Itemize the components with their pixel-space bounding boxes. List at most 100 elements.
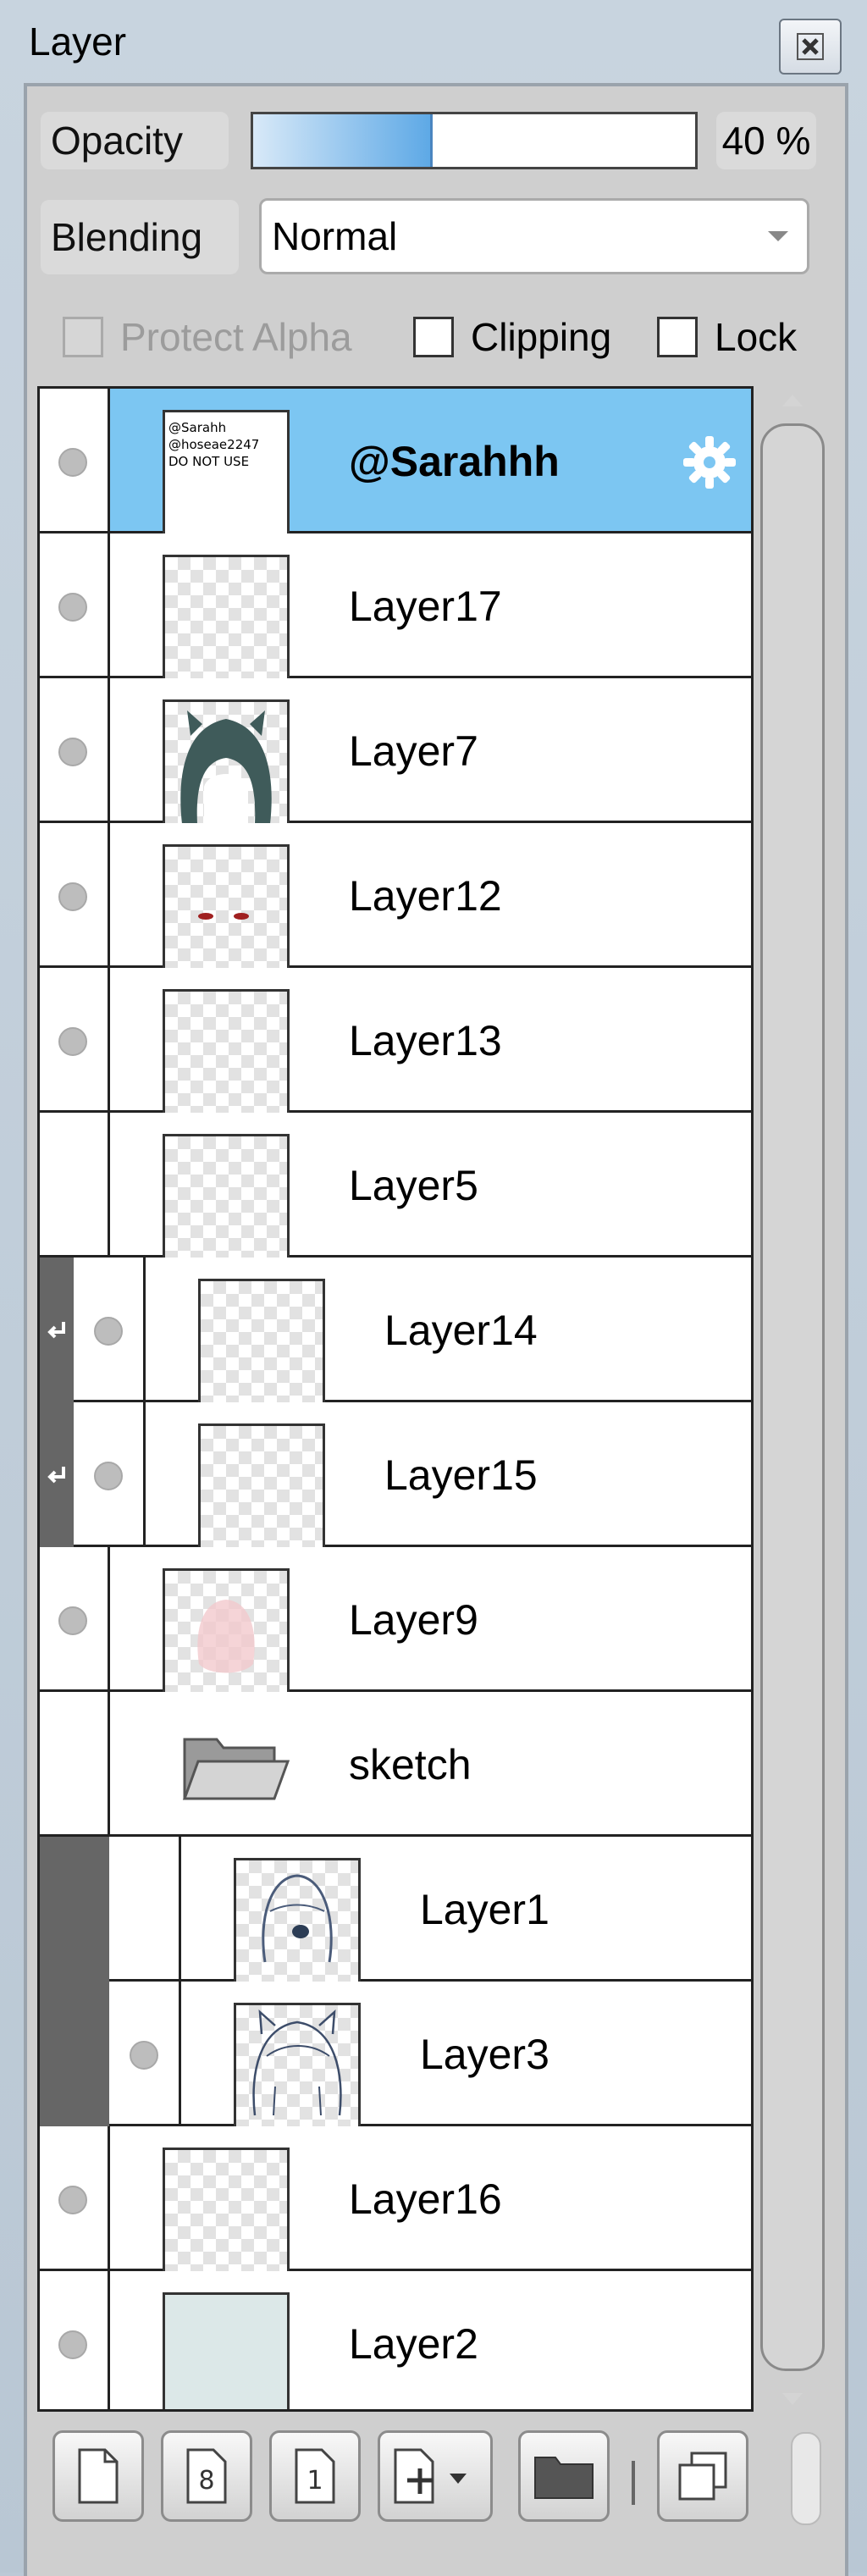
layer-thumbnail	[198, 1423, 325, 1551]
scroll-up-arrow-icon[interactable]	[782, 395, 803, 406]
visibility-toggle[interactable]	[94, 1317, 123, 1346]
clipping-indicator	[40, 1258, 74, 1402]
layer-name: Layer12	[349, 871, 502, 920]
layer-name-cell[interactable]: Layer5	[108, 1113, 751, 1261]
visibility-toggle[interactable]	[58, 882, 87, 911]
layer-window: Layer Opacity 40 % Blending Normal Prote…	[0, 0, 867, 2576]
layer-row-sarahhh[interactable]: @Sarahh @hoseae2247 DO NOT USE @Sarahhh	[40, 389, 751, 537]
layer-row-layer12[interactable]: Layer12	[40, 823, 751, 971]
sketch-face-icon	[262, 1874, 333, 1963]
layer-row-layer7[interactable]: Layer7	[40, 678, 751, 826]
layer-name: Layer15	[384, 1451, 538, 1499]
layer-name-cell[interactable]: Layer2	[108, 2271, 751, 2409]
blending-select[interactable]: Normal	[259, 198, 809, 274]
visibility-toggle[interactable]	[58, 1027, 87, 1056]
add-special-layer-button[interactable]	[378, 2430, 493, 2522]
visibility-toggle[interactable]	[130, 2041, 158, 2070]
new-1bit-layer-button[interactable]: 1	[269, 2430, 361, 2522]
hair-drawing-icon	[180, 710, 272, 824]
sketch-hair-icon	[252, 2009, 342, 2116]
layer-row-sketch-folder[interactable]: sketch	[40, 1692, 751, 1837]
lock-checkbox[interactable]	[657, 317, 698, 357]
layer-row-layer14[interactable]: Layer14	[40, 1258, 751, 1406]
layer-row-layer9[interactable]: Layer9	[40, 1547, 751, 1695]
layer-row-layer2[interactable]: Layer2	[40, 2271, 751, 2409]
layer-name: Layer7	[349, 727, 478, 775]
layer-name-cell[interactable]: Layer14	[143, 1258, 751, 1406]
clipping-checkbox[interactable]	[413, 317, 454, 357]
blending-value: Normal	[272, 214, 398, 258]
gear-icon[interactable]	[680, 433, 739, 492]
layer-name-cell[interactable]: Layer16	[108, 2126, 751, 2275]
vertical-scrollbar[interactable]	[760, 386, 825, 2412]
blending-label: Blending	[41, 200, 239, 274]
close-button[interactable]	[779, 19, 842, 75]
scroll-down-arrow-icon[interactable]	[782, 2393, 803, 2405]
layer-row-layer13[interactable]: Layer13	[40, 968, 751, 1116]
eyes-drawing-icon	[198, 913, 249, 920]
visibility-toggle[interactable]	[58, 2186, 87, 2214]
new-8bit-layer-button[interactable]: 8	[161, 2430, 252, 2522]
watermark-line: @Sarahh	[168, 420, 227, 435]
toolbar-scroll-handle[interactable]	[791, 2432, 821, 2525]
layer-name-cell[interactable]: Layer9	[108, 1547, 751, 1695]
clipping-label: Clipping	[471, 315, 612, 359]
visibility-toggle[interactable]	[58, 1606, 87, 1635]
layer-thumbnail	[163, 844, 290, 971]
layer-name-cell[interactable]: Layer17	[108, 533, 751, 682]
lock-option[interactable]: Lock	[657, 313, 797, 361]
layer-name: Layer17	[349, 582, 502, 630]
layer-name: Layer1	[420, 1885, 549, 1933]
layer-name-cell[interactable]: sketch	[108, 1692, 751, 1834]
one-label: 1	[306, 2466, 323, 2496]
layer-name: Layer2	[349, 2319, 478, 2368]
clipping-option[interactable]: Clipping	[413, 313, 611, 361]
layer-row-layer16[interactable]: Layer16	[40, 2126, 751, 2275]
new-layer-button[interactable]	[52, 2430, 144, 2522]
layer-name: Layer14	[384, 1306, 538, 1354]
new-folder-button[interactable]	[518, 2430, 610, 2522]
visibility-toggle[interactable]	[58, 593, 87, 622]
layer-row-layer1[interactable]: Layer1	[40, 1837, 751, 1985]
layer-name: Layer5	[349, 1161, 478, 1209]
layer-thumbnail	[163, 989, 290, 1116]
layer-name-cell[interactable]: @Sarahh @hoseae2247 DO NOT USE @Sarahhh	[108, 389, 751, 537]
clip-arrow-icon	[47, 1322, 65, 1339]
duplicate-layer-button[interactable]	[657, 2430, 748, 2522]
visibility-toggle[interactable]	[58, 2330, 87, 2359]
layer-row-layer17[interactable]: Layer17	[40, 533, 751, 682]
close-icon	[797, 33, 824, 60]
visibility-toggle[interactable]	[94, 1462, 123, 1490]
layer-name: @Sarahhh	[349, 437, 560, 485]
opacity-slider[interactable]	[251, 112, 698, 169]
watermark-line: @hoseae2247	[168, 437, 260, 452]
visibility-toggle[interactable]	[58, 738, 87, 766]
visibility-toggle[interactable]	[58, 448, 87, 477]
layer-thumbnail	[234, 1858, 361, 1985]
opacity-fill	[253, 114, 433, 167]
layer-name-cell[interactable]: Layer15	[143, 1402, 751, 1551]
window-title: Layer	[29, 19, 127, 64]
new-folder-icon	[534, 2457, 594, 2499]
layer-row-layer5[interactable]: Layer5	[40, 1113, 751, 1261]
layer-row-layer15[interactable]: Layer15	[40, 1402, 751, 1551]
layer-name-cell[interactable]: Layer3	[179, 1982, 751, 2130]
layer-name-cell[interactable]: Layer7	[108, 678, 751, 826]
watermark-line: DO NOT USE	[168, 454, 250, 469]
layer-name: Layer16	[349, 2175, 502, 2223]
title-bar[interactable]: Layer	[0, 0, 867, 76]
layer-list[interactable]: @Sarahh @hoseae2247 DO NOT USE @Sarahhh	[37, 386, 754, 2412]
layer-thumbnail	[163, 699, 290, 826]
scrollbar-thumb[interactable]	[760, 423, 825, 2371]
layer-thumbnail	[234, 2003, 361, 2130]
layer-name: Layer3	[420, 2030, 549, 2078]
protect-alpha-option: Protect Alpha	[63, 313, 352, 361]
layer-toolbar: 8 1	[47, 2430, 826, 2525]
layer-thumbnail	[198, 1279, 325, 1406]
layer-name-cell[interactable]: Layer12	[108, 823, 751, 971]
protect-alpha-checkbox	[63, 317, 103, 357]
layer-name-cell[interactable]: Layer1	[179, 1837, 751, 1985]
layer-row-layer3[interactable]: Layer3	[40, 1982, 751, 2130]
layer-name-cell[interactable]: Layer13	[108, 968, 751, 1116]
lock-label: Lock	[715, 315, 798, 359]
